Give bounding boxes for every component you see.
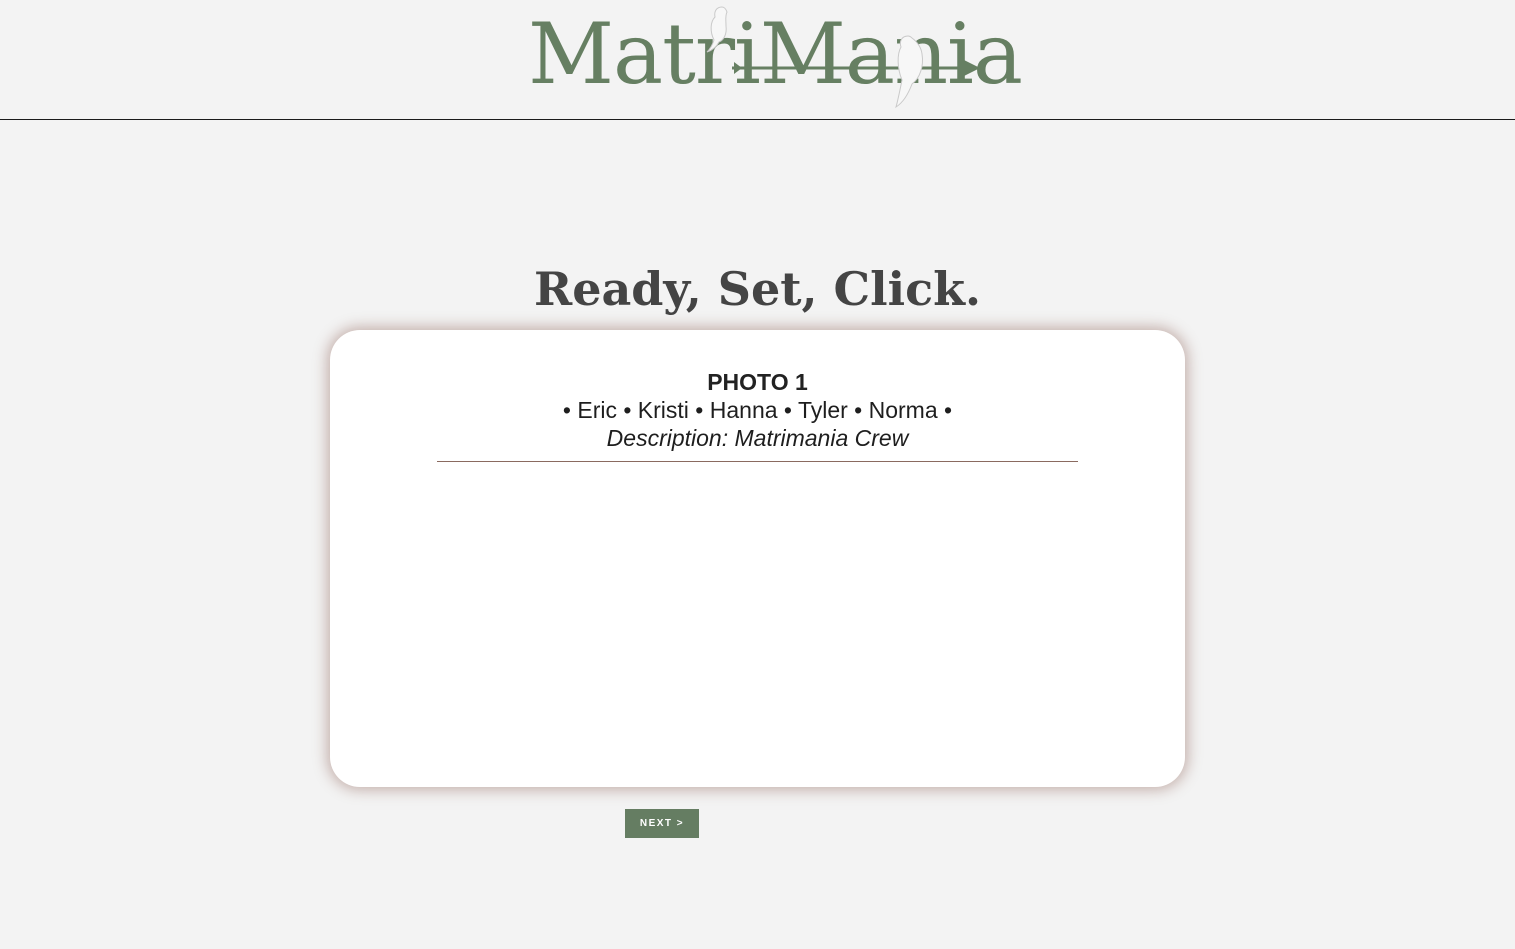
photo-area — [437, 470, 1078, 760]
photo-description: Description: Matrimania Crew — [606, 425, 909, 451]
people-list: • Eric • Kristi • Hanna • Tyler • Norma … — [562, 397, 953, 423]
site-header: MatriMania — [0, 0, 1515, 120]
page-title: Ready, Set, Click. — [533, 262, 982, 316]
bird-icon — [706, 6, 728, 53]
divider — [437, 461, 1078, 462]
arrow-icon — [732, 60, 980, 76]
logo[interactable]: MatriMania — [528, 0, 1023, 112]
bird-icon — [895, 35, 923, 109]
next-button[interactable]: NEXT > — [625, 809, 699, 838]
photo-card: PHOTO 1 • Eric • Kristi • Hanna • Tyler … — [330, 330, 1185, 787]
photo-label: PHOTO 1 — [707, 369, 808, 395]
